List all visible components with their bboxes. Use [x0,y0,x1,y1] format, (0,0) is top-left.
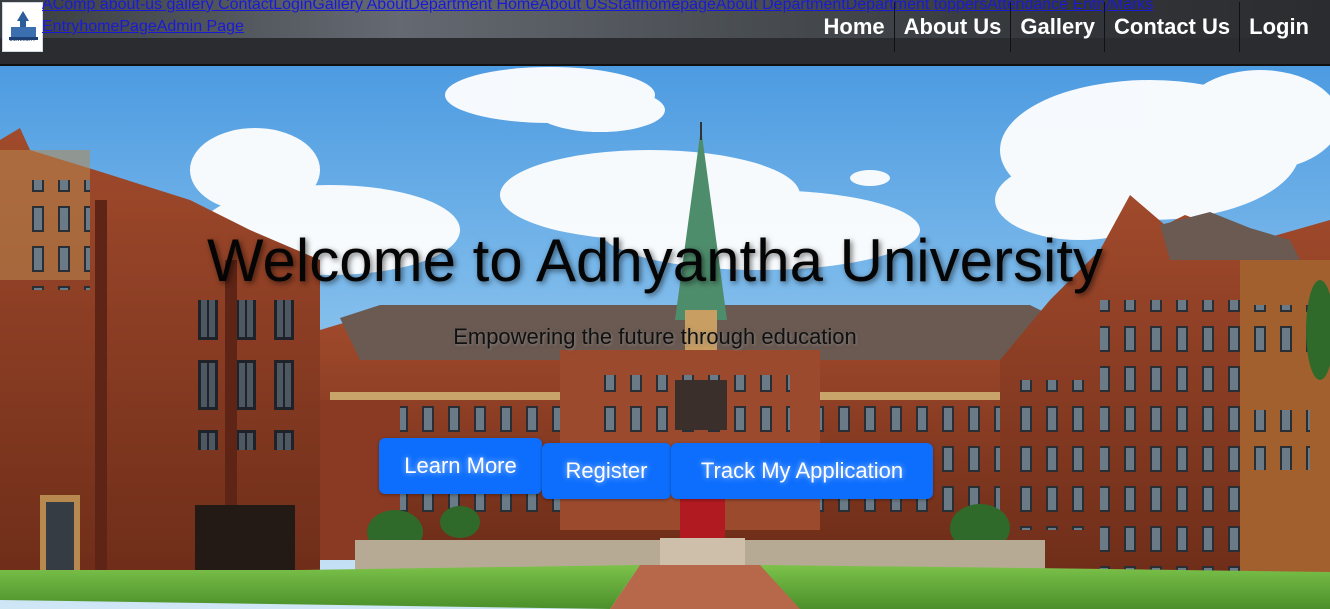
register-button[interactable]: Register [542,443,671,499]
nav-about-us[interactable]: About Us [895,2,1011,52]
university-logo[interactable]: UNIVERSITY [2,2,43,52]
building-logo-icon [3,3,42,51]
hero-subtitle: Empowering the future through education [453,324,857,349]
hero-title: Welcome to Adhyantha University [207,227,1103,294]
nav-home[interactable]: Home [815,2,894,52]
learn-more-button[interactable]: Learn More [379,438,542,494]
top-navbar: UNIVERSITY AComp about-us gallery Contac… [0,0,1330,66]
logo-label: UNIVERSITY [9,37,36,42]
main-navigation: Home About Us Gallery Contact Us Login [815,2,1319,52]
track-application-button[interactable]: Track My Application [671,443,933,499]
campus-background-image [0,0,1330,609]
nav-contact-us[interactable]: Contact Us [1105,2,1239,52]
nav-gallery[interactable]: Gallery [1011,2,1104,52]
nav-login[interactable]: Login [1240,2,1318,52]
